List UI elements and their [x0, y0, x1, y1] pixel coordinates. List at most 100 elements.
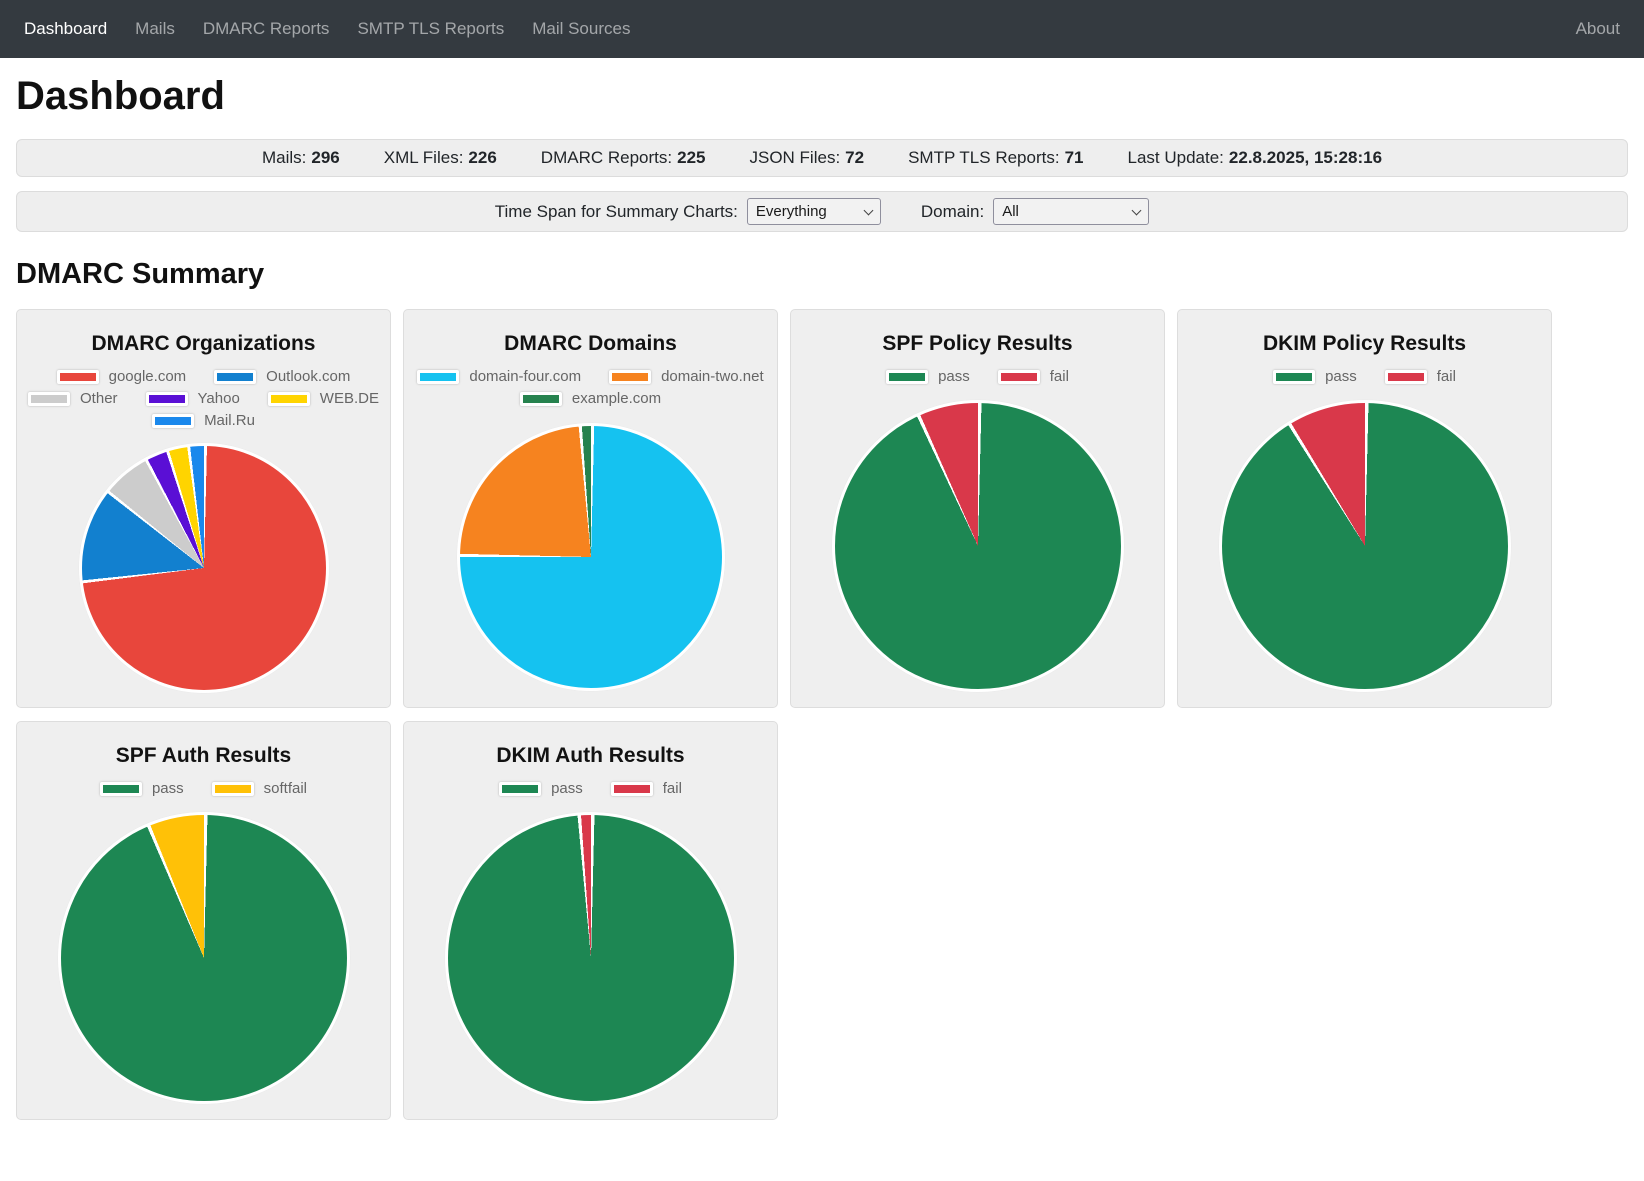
legend-item-mail-ru[interactable]: Mail.Ru: [152, 412, 255, 429]
legend-swatch: [146, 392, 188, 406]
legend-item-example-com[interactable]: example.com: [520, 390, 661, 407]
nav-item-about[interactable]: About: [1562, 11, 1620, 47]
legend-item-pass[interactable]: pass: [100, 780, 184, 797]
stat-mails-: Mails:296: [262, 148, 340, 168]
legend-swatch: [152, 414, 194, 428]
legend-label: fail: [1437, 368, 1456, 385]
legend-swatch: [417, 370, 459, 384]
chart-card-dkim-auth-results: DKIM Auth Results pass fail: [403, 721, 778, 1120]
domain-select[interactable]: All: [993, 198, 1149, 225]
domain-filter: Domain: All: [921, 198, 1149, 225]
filter-bar: Time Span for Summary Charts: Everything…: [16, 191, 1628, 232]
pie-chart-dkim-auth-results: [445, 812, 737, 1104]
pie-chart-spf-policy-results: [832, 400, 1124, 692]
section-title-dmarc-summary: DMARC Summary: [16, 258, 1628, 291]
chart-card-dmarc-domains: DMARC Domains domain-four.com domain-two.…: [403, 309, 778, 708]
legend-label: fail: [663, 780, 682, 797]
legend-item-softfail[interactable]: softfail: [212, 780, 307, 797]
legend-label: softfail: [264, 780, 307, 797]
stat-last-update-: Last Update:22.8.2025, 15:28:16: [1128, 148, 1383, 168]
legend-item-pass[interactable]: pass: [886, 368, 970, 385]
legend-label: google.com: [109, 368, 187, 385]
time-span-label: Time Span for Summary Charts:: [495, 202, 738, 222]
legend-label: pass: [551, 780, 583, 797]
chart-legend: pass softfail: [100, 780, 307, 797]
chart-legend: pass fail: [886, 368, 1069, 385]
legend-item-domain-four-com[interactable]: domain-four.com: [417, 368, 581, 385]
legend-swatch: [1273, 370, 1315, 384]
legend-item-fail[interactable]: fail: [998, 368, 1069, 385]
legend-label: domain-four.com: [469, 368, 581, 385]
chart-card-dkim-policy-results: DKIM Policy Results pass fail: [1177, 309, 1552, 708]
main-content: Dashboard Mails:296XML Files:226DMARC Re…: [0, 74, 1644, 1160]
legend-swatch: [57, 370, 99, 384]
nav-item-smtp-tls-reports[interactable]: SMTP TLS Reports: [343, 11, 518, 47]
chart-legend: domain-four.com domain-two.netexample.com: [404, 368, 777, 407]
chart-card-spf-auth-results: SPF Auth Results pass softfail: [16, 721, 391, 1120]
legend-label: domain-two.net: [661, 368, 764, 385]
legend-swatch: [886, 370, 928, 384]
navbar-right: About: [1562, 11, 1620, 47]
legend-swatch: [609, 370, 651, 384]
chart-legend: google.com Outlook.com Other Yahoo WEB.DE Mai…: [17, 368, 390, 429]
chart-title: DKIM Policy Results: [1263, 332, 1466, 356]
chart-title: SPF Auth Results: [116, 744, 291, 768]
navbar-left: DashboardMailsDMARC ReportsSMTP TLS Repo…: [24, 11, 644, 47]
pie-chart-dmarc-domains: [457, 423, 725, 691]
legend-label: pass: [152, 780, 184, 797]
legend-item-other[interactable]: Other: [28, 390, 118, 407]
page-title: Dashboard: [16, 74, 1628, 119]
legend-label: pass: [1325, 368, 1357, 385]
time-span-select-wrap: Everything: [747, 198, 881, 225]
chart-legend: pass fail: [1273, 368, 1456, 385]
legend-swatch: [1385, 370, 1427, 384]
domain-select-wrap: All: [993, 198, 1149, 225]
legend-swatch: [28, 392, 70, 406]
pie-chart-dkim-policy-results: [1219, 400, 1511, 692]
legend-item-fail[interactable]: fail: [611, 780, 682, 797]
time-span-filter: Time Span for Summary Charts: Everything: [495, 198, 881, 225]
legend-item-fail[interactable]: fail: [1385, 368, 1456, 385]
time-span-select[interactable]: Everything: [747, 198, 881, 225]
legend-label: Other: [80, 390, 118, 407]
legend-swatch: [611, 782, 653, 796]
legend-label: Mail.Ru: [204, 412, 255, 429]
pie-chart-spf-auth-results: [58, 812, 350, 1104]
navbar: DashboardMailsDMARC ReportsSMTP TLS Repo…: [0, 0, 1644, 58]
legend-item-outlook-com[interactable]: Outlook.com: [214, 368, 350, 385]
stats-bar: Mails:296XML Files:226DMARC Reports:225J…: [16, 139, 1628, 177]
chart-title: DMARC Organizations: [91, 332, 315, 356]
legend-item-pass[interactable]: pass: [1273, 368, 1357, 385]
legend-label: fail: [1050, 368, 1069, 385]
nav-item-mail-sources[interactable]: Mail Sources: [518, 11, 644, 47]
nav-item-dmarc-reports[interactable]: DMARC Reports: [189, 11, 344, 47]
legend-swatch: [212, 782, 254, 796]
legend-item-web-de[interactable]: WEB.DE: [268, 390, 379, 407]
legend-label: Outlook.com: [266, 368, 350, 385]
pie-chart-dmarc-organizations: [79, 443, 329, 693]
nav-item-mails[interactable]: Mails: [121, 11, 189, 47]
chart-title: SPF Policy Results: [882, 332, 1072, 356]
chart-grid: DMARC Organizations google.com Outlook.co…: [16, 309, 1628, 1120]
legend-item-google-com[interactable]: google.com: [57, 368, 187, 385]
chart-card-dmarc-organizations: DMARC Organizations google.com Outlook.co…: [16, 309, 391, 708]
legend-item-pass[interactable]: pass: [499, 780, 583, 797]
legend-swatch: [499, 782, 541, 796]
legend-item-yahoo[interactable]: Yahoo: [146, 390, 240, 407]
legend-swatch: [268, 392, 310, 406]
nav-item-dashboard[interactable]: Dashboard: [24, 11, 121, 47]
legend-swatch: [520, 392, 562, 406]
legend-item-domain-two-net[interactable]: domain-two.net: [609, 368, 764, 385]
stat-smtp-tls-reports-: SMTP TLS Reports:71: [908, 148, 1083, 168]
chart-legend: pass fail: [499, 780, 682, 797]
legend-label: WEB.DE: [320, 390, 379, 407]
domain-label: Domain:: [921, 202, 984, 222]
stat-json-files-: JSON Files:72: [749, 148, 864, 168]
chart-card-spf-policy-results: SPF Policy Results pass fail: [790, 309, 1165, 708]
legend-label: pass: [938, 368, 970, 385]
legend-label: Yahoo: [198, 390, 240, 407]
legend-swatch: [214, 370, 256, 384]
chart-title: DKIM Auth Results: [496, 744, 684, 768]
legend-label: example.com: [572, 390, 661, 407]
chart-title: DMARC Domains: [504, 332, 677, 356]
